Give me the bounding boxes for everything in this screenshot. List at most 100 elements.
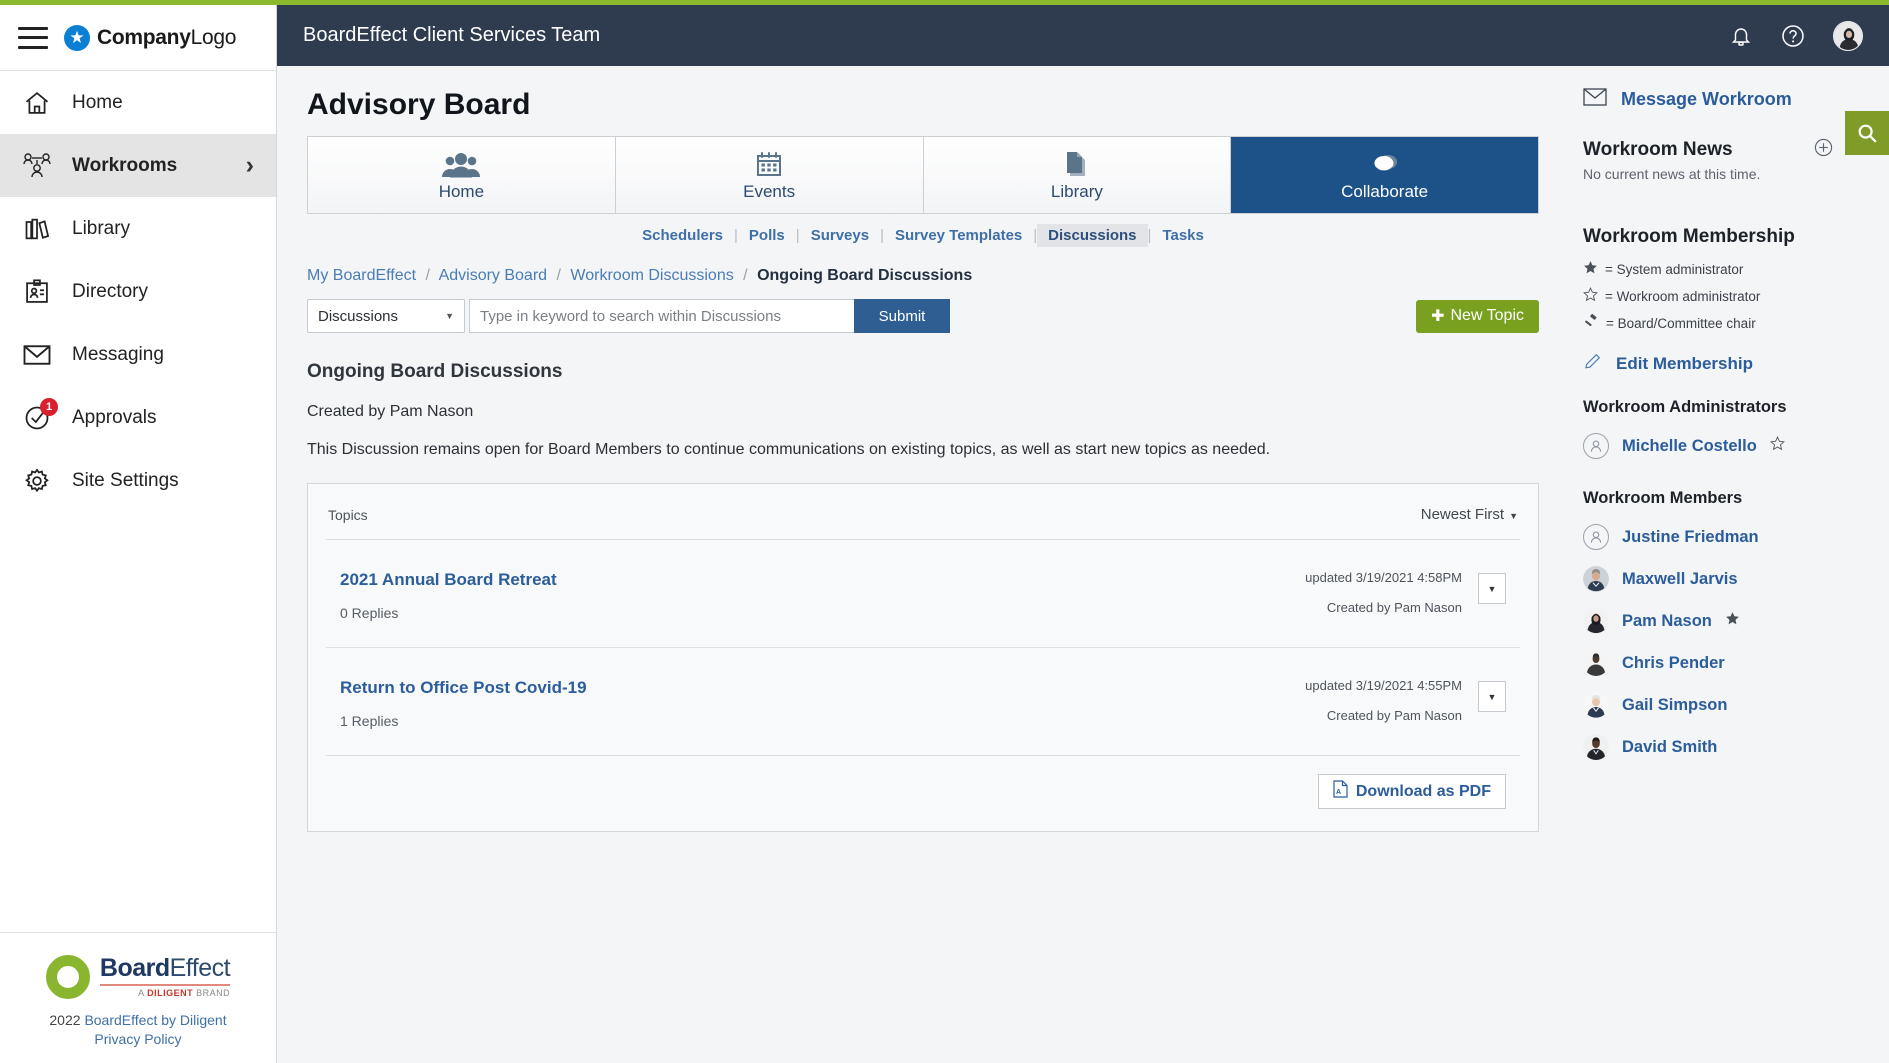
edit-membership-label: Edit Membership: [1616, 354, 1753, 374]
person-name: Michelle Costello: [1622, 437, 1757, 456]
discussion-title: Ongoing Board Discussions: [307, 361, 1539, 383]
list-item[interactable]: Justine Friedman: [1583, 524, 1865, 550]
search-input[interactable]: [469, 299, 854, 333]
topic-title-link[interactable]: Return to Office Post Covid-19: [340, 678, 587, 698]
edit-membership-link[interactable]: Edit Membership: [1583, 352, 1865, 376]
person-name: Maxwell Jarvis: [1622, 570, 1738, 589]
app-root: ★ CompanyLogo Home: [0, 0, 1889, 1063]
subnav-tasks[interactable]: Tasks: [1151, 224, 1214, 247]
global-search-button[interactable]: [1845, 111, 1889, 155]
message-workroom-link[interactable]: Message Workroom: [1583, 88, 1865, 111]
chevron-down-icon: ▼: [1509, 511, 1518, 521]
people-icon: [442, 148, 480, 178]
topics-panel-header: Topics Newest First▼: [326, 500, 1520, 539]
topics-sort-control[interactable]: Newest First▼: [1421, 506, 1518, 523]
bell-icon[interactable]: [1729, 24, 1753, 48]
topic-actions-menu-button[interactable]: ▼: [1478, 573, 1506, 604]
tab-library[interactable]: Library: [924, 137, 1232, 213]
star-filled-icon: [1725, 611, 1740, 631]
workroom-news-heading: Workroom News: [1583, 139, 1733, 161]
new-topic-button[interactable]: ✚ New Topic: [1416, 300, 1539, 333]
sidebar-item-approvals[interactable]: 1 Approvals: [0, 386, 276, 449]
breadcrumb: My BoardEffect / Advisory Board / Workro…: [307, 251, 1539, 299]
star-badge-icon: ★: [64, 25, 90, 51]
pdf-file-icon: A: [1333, 780, 1348, 803]
avatar: [1583, 524, 1609, 550]
sidebar-item-messaging[interactable]: Messaging: [0, 323, 276, 386]
directory-icon: [22, 277, 52, 307]
list-item[interactable]: Michelle Costello: [1583, 433, 1865, 459]
gavel-icon: [1583, 314, 1599, 332]
company-logo[interactable]: ★ CompanyLogo: [64, 25, 236, 51]
tagline-brand: DILIGENT: [147, 988, 193, 998]
download-pdf-button[interactable]: A Download as PDF: [1318, 774, 1506, 809]
chevron-down-icon: ▼: [445, 311, 454, 321]
tab-collaborate[interactable]: Collaborate: [1231, 137, 1538, 213]
search-submit-button[interactable]: Submit: [854, 299, 950, 333]
hamburger-menu-icon[interactable]: [18, 27, 48, 49]
sidebar-item-label: Site Settings: [72, 470, 179, 492]
sidebar-item-directory[interactable]: Directory: [0, 260, 276, 323]
topic-created-by: Created by Pam Nason: [1305, 708, 1462, 723]
tab-label: Collaborate: [1341, 182, 1428, 202]
privacy-policy-link[interactable]: Privacy Policy: [94, 1031, 181, 1047]
subnav-schedulers[interactable]: Schedulers: [631, 224, 734, 247]
breadcrumb-current: Ongoing Board Discussions: [757, 267, 972, 284]
sidebar-nav: Home Workrooms ›: [0, 71, 276, 512]
help-icon[interactable]: [1780, 23, 1806, 49]
tab-label: Events: [743, 182, 795, 202]
breadcrumb-advisory-board[interactable]: Advisory Board: [439, 267, 548, 284]
search-scope-select[interactable]: Discussions ▼: [307, 299, 465, 333]
user-avatar[interactable]: [1833, 21, 1863, 51]
boardeffect-link[interactable]: BoardEffect by Diligent: [84, 1012, 226, 1028]
sidebar-item-workrooms[interactable]: Workrooms ›: [0, 134, 276, 197]
sidebar-footer: BoardEffect A DILIGENT BRAND 2022 BoardE…: [0, 932, 276, 1063]
top-bar: BoardEffect Client Services Team: [277, 5, 1889, 66]
discussion-created-by: Created by Pam Nason: [307, 403, 1539, 421]
workrooms-icon: [22, 151, 52, 181]
topic-title-link[interactable]: 2021 Annual Board Retreat: [340, 570, 557, 590]
envelope-icon: [22, 340, 52, 370]
chat-bubble-icon: [1368, 148, 1402, 178]
sidebar-item-library[interactable]: Library: [0, 197, 276, 260]
page-title: Advisory Board: [307, 88, 1539, 122]
subnav-survey-templates[interactable]: Survey Templates: [884, 224, 1033, 247]
sidebar-item-label: Home: [72, 92, 123, 114]
breadcrumb-my-boardeffect[interactable]: My BoardEffect: [307, 267, 416, 284]
person-name: David Smith: [1622, 738, 1717, 757]
svg-text:A: A: [1336, 789, 1341, 796]
workroom-news-empty-text: No current news at this time.: [1583, 166, 1865, 182]
person-name: Gail Simpson: [1622, 696, 1727, 715]
subnav-polls[interactable]: Polls: [738, 224, 796, 247]
sidebar-header: ★ CompanyLogo: [0, 5, 276, 71]
discussion-body: This Discussion remains open for Board M…: [307, 441, 1539, 459]
tab-label: Home: [439, 182, 484, 202]
subnav-discussions[interactable]: Discussions: [1037, 224, 1147, 247]
subnav-surveys[interactable]: Surveys: [800, 224, 880, 247]
search-toolbar: Discussions ▼ Submit ✚ New Topic: [307, 299, 1539, 333]
list-item[interactable]: Gail Simpson: [1583, 692, 1865, 718]
avatar: [1583, 433, 1609, 459]
sidebar-item-label: Approvals: [72, 407, 157, 429]
add-news-icon[interactable]: [1814, 138, 1833, 162]
tab-home[interactable]: Home: [308, 137, 616, 213]
sidebar-item-site-settings[interactable]: Site Settings: [0, 449, 276, 512]
logo-rule: [100, 984, 230, 986]
document-icon: [1064, 148, 1090, 178]
list-item[interactable]: Maxwell Jarvis: [1583, 566, 1865, 592]
workroom-news-header: Workroom News: [1583, 138, 1865, 162]
search-scope-value: Discussions: [318, 308, 398, 325]
breadcrumb-workroom-discussions[interactable]: Workroom Discussions: [570, 267, 733, 284]
person-name: Chris Pender: [1622, 654, 1725, 673]
star-outline-icon: [1583, 287, 1598, 305]
legend-text: = Workroom administrator: [1605, 289, 1760, 304]
list-item[interactable]: Pam Nason: [1583, 608, 1865, 634]
boardeffect-logo: BoardEffect A DILIGENT BRAND: [10, 955, 266, 999]
list-item[interactable]: Chris Pender: [1583, 650, 1865, 676]
sidebar-item-home[interactable]: Home: [0, 71, 276, 134]
right-sidebar: Message Workroom Workroom News No curren…: [1569, 66, 1889, 1063]
tab-events[interactable]: Events: [616, 137, 924, 213]
breadcrumb-separator: /: [426, 267, 430, 284]
list-item[interactable]: David Smith: [1583, 734, 1865, 760]
topic-actions-menu-button[interactable]: ▼: [1478, 681, 1506, 712]
